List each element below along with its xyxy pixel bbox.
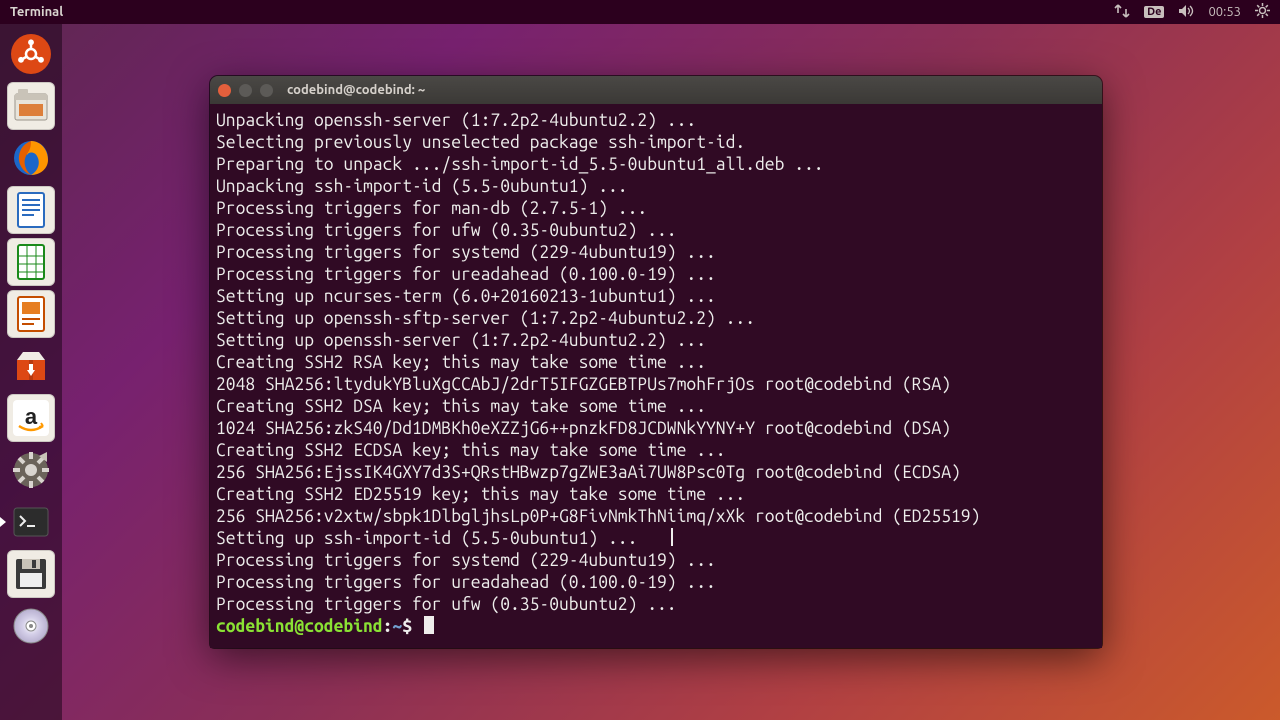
- launcher-settings[interactable]: [7, 446, 55, 494]
- maximize-icon[interactable]: [260, 84, 273, 97]
- minimize-icon[interactable]: [239, 84, 252, 97]
- keyboard-indicator[interactable]: De: [1144, 6, 1164, 18]
- window-title: codebind@codebind: ~: [287, 83, 425, 97]
- indicator-area: De 00:53: [1114, 3, 1280, 21]
- close-icon[interactable]: [218, 84, 231, 97]
- launcher-disc[interactable]: [7, 602, 55, 650]
- launcher-files[interactable]: [7, 82, 55, 130]
- top-panel: Terminal De 00:53: [0, 0, 1280, 24]
- launcher-impress[interactable]: [7, 290, 55, 338]
- launcher-calc[interactable]: [7, 238, 55, 286]
- svg-text:a: a: [25, 404, 38, 429]
- launcher-writer[interactable]: [7, 186, 55, 234]
- terminal-output[interactable]: Unpacking openssh-server (1:7.2p2-4ubunt…: [210, 104, 1102, 648]
- active-app-label: Terminal: [0, 5, 63, 19]
- launcher-firefox[interactable]: [7, 134, 55, 182]
- clock[interactable]: 00:53: [1208, 5, 1241, 19]
- launcher-floppy[interactable]: [7, 550, 55, 598]
- launcher-software[interactable]: [7, 342, 55, 390]
- launcher-amazon[interactable]: a: [7, 394, 55, 442]
- launcher-terminal[interactable]: [7, 498, 55, 546]
- sound-icon[interactable]: [1178, 4, 1194, 21]
- launcher: a: [0, 24, 62, 720]
- network-icon[interactable]: [1114, 4, 1130, 21]
- terminal-window: codebind@codebind: ~ Unpacking openssh-s…: [210, 76, 1102, 648]
- launcher-ubuntu-dash[interactable]: [7, 30, 55, 78]
- gear-icon[interactable]: [1255, 3, 1270, 21]
- titlebar[interactable]: codebind@codebind: ~: [210, 76, 1102, 104]
